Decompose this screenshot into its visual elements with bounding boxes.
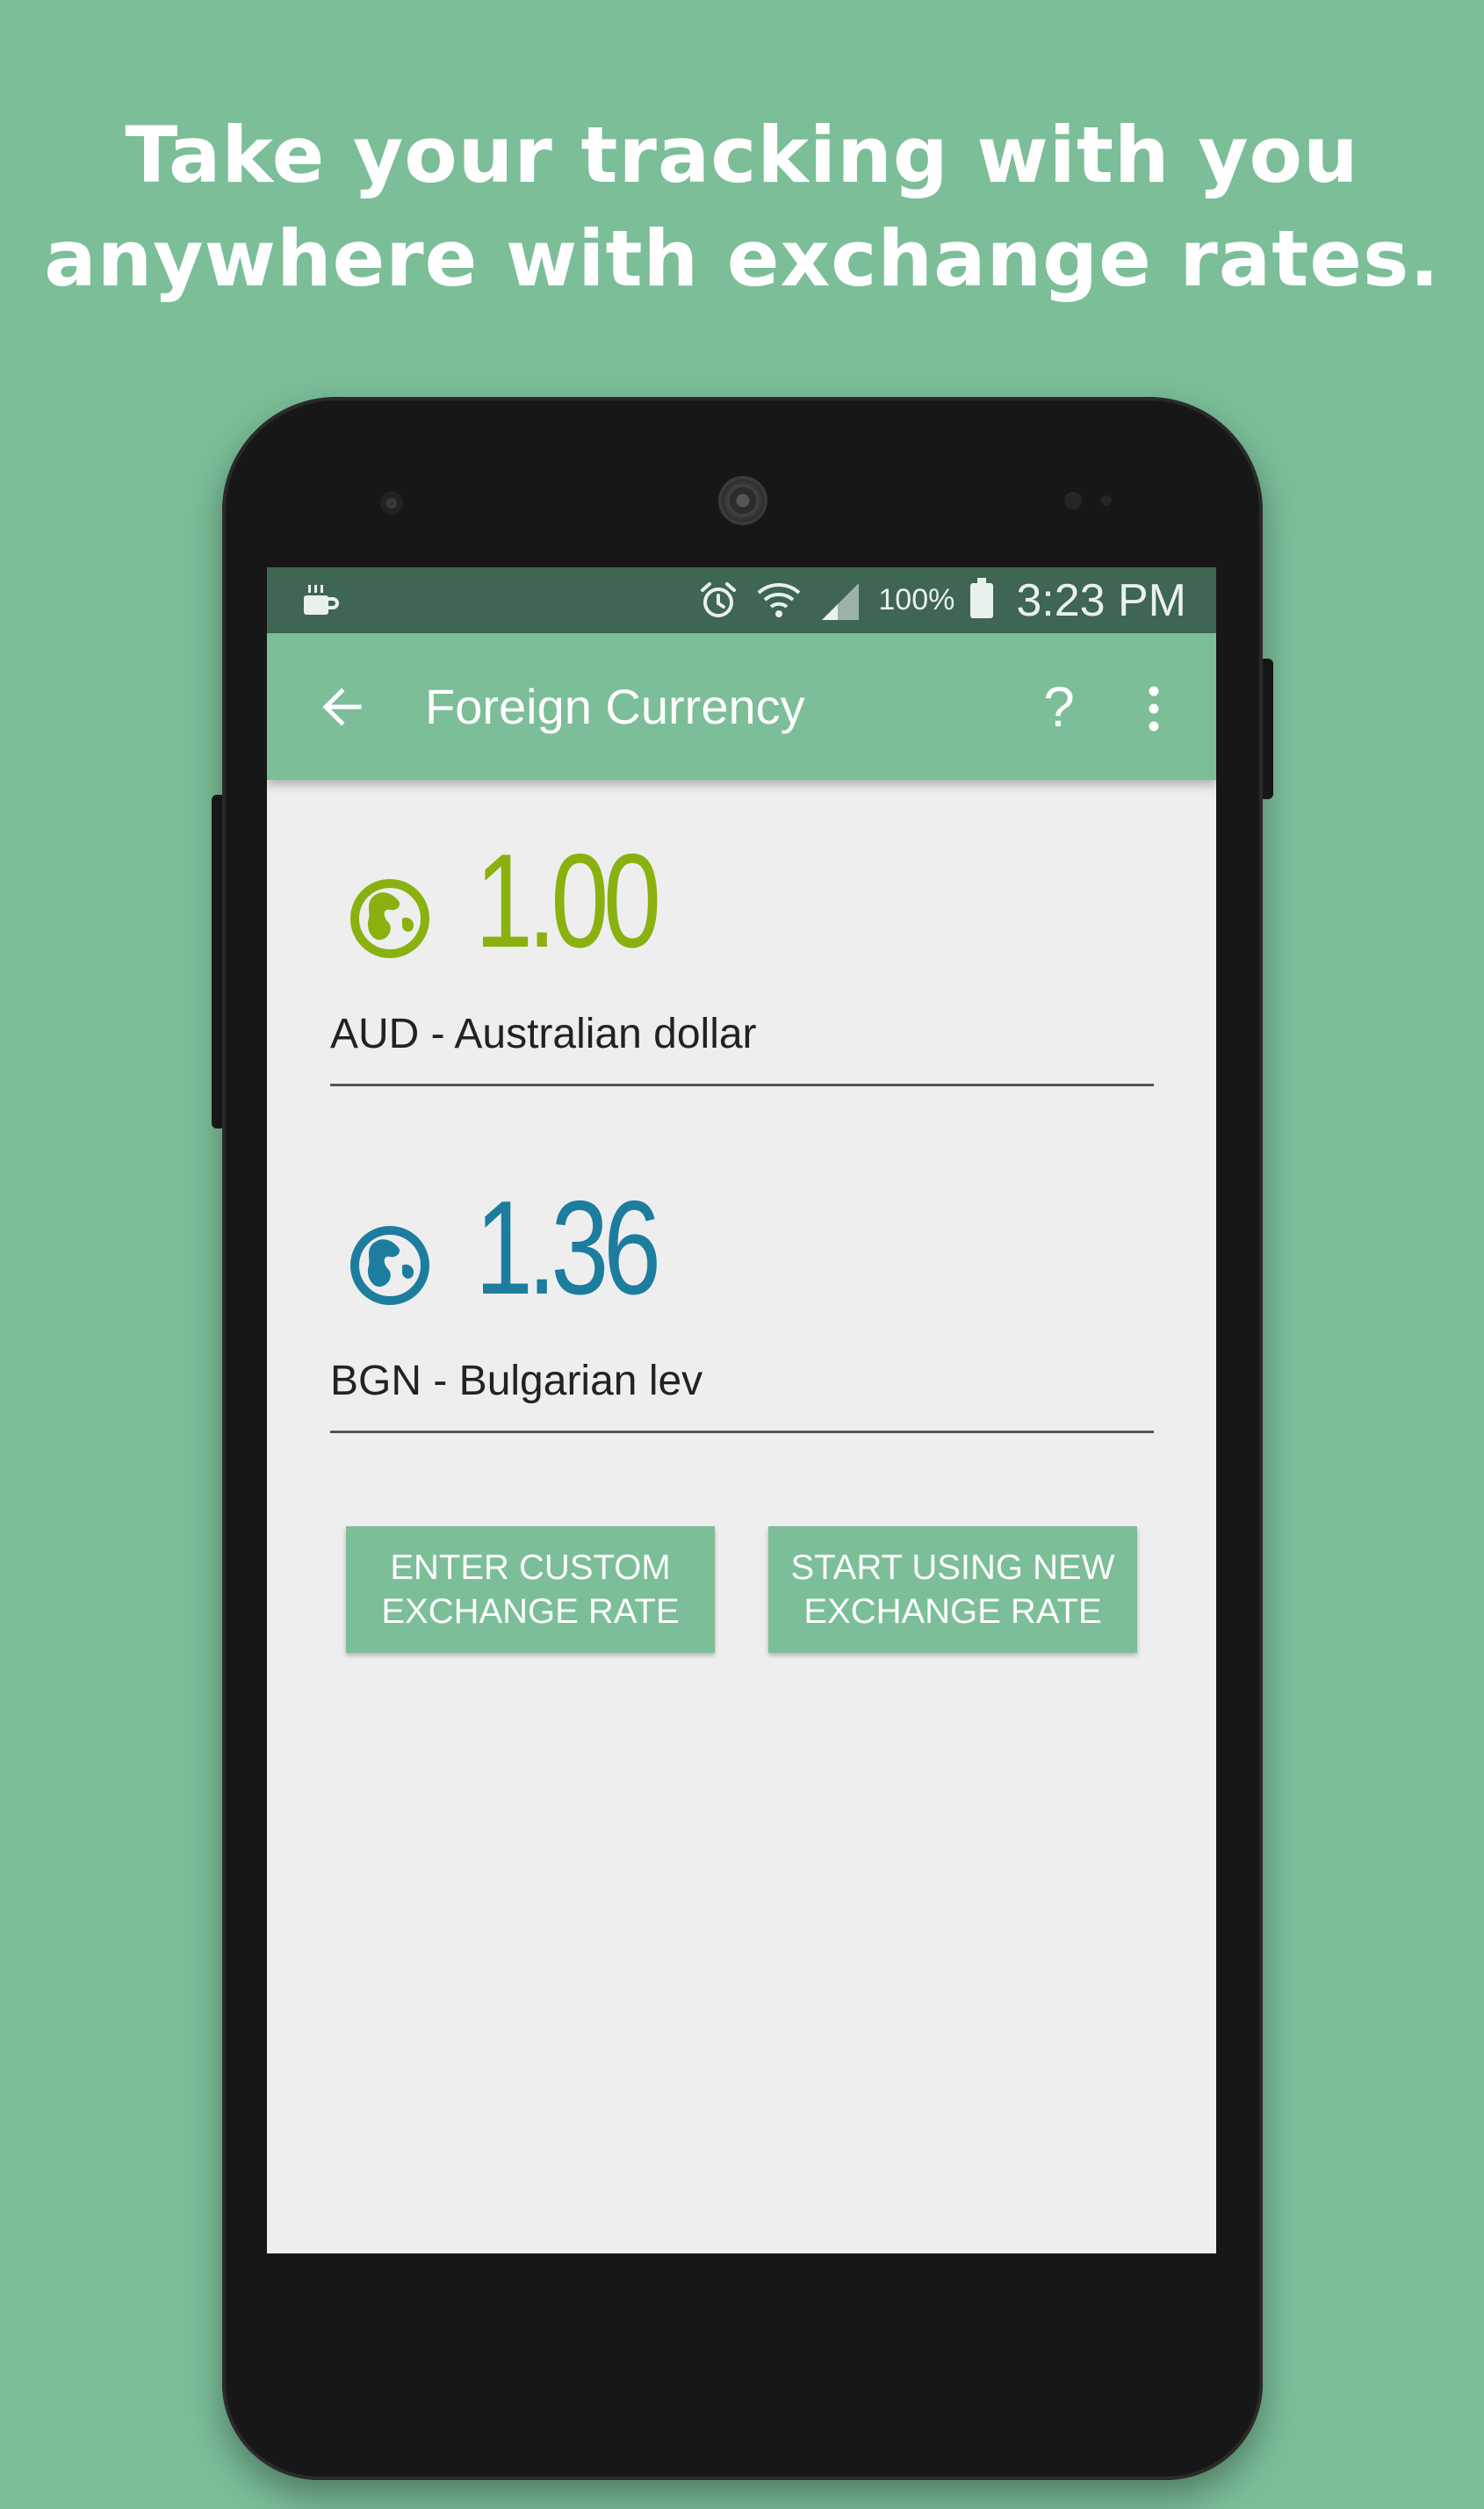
alarm-icon (701, 581, 737, 617)
currency-underline-to (330, 1431, 1154, 1433)
coffee-notification-icon (304, 585, 339, 615)
currency-name-from: AUD - Australian dollar (330, 1011, 757, 1057)
currency-amount-to: 1.36 (475, 1173, 661, 1323)
help-icon[interactable]: ? (1033, 672, 1085, 742)
light-sensor (1101, 495, 1112, 506)
currency-row-from[interactable]: 1.00 AUD - Australian dollar (330, 831, 1154, 1094)
earpiece-speaker (718, 476, 767, 525)
clock: 3:23 PM (1016, 574, 1186, 626)
promo-headline: Take your tracking with you anywhere wit… (0, 104, 1484, 311)
promo-line-1: Take your tracking with you (125, 110, 1359, 200)
front-camera (380, 492, 403, 515)
currency-row-to[interactable]: 1.36 BGN - Bulgarian lev (330, 1178, 1154, 1441)
status-bar: 100% 3:23 PM (267, 567, 1216, 633)
app-screen: 100% 3:23 PM Foreign Currency ? 1.00 AUD… (267, 567, 1216, 2253)
currency-underline-from (330, 1084, 1154, 1086)
promo-line-2: anywhere with exchange rates. (44, 213, 1440, 304)
globe-icon (350, 1226, 429, 1305)
proximity-sensor (1064, 492, 1082, 509)
signal-icon (822, 582, 860, 620)
enter-custom-rate-button[interactable]: ENTER CUSTOM EXCHANGE RATE (346, 1526, 715, 1653)
battery-icon (970, 577, 994, 618)
currency-name-to: BGN - Bulgarian lev (330, 1358, 703, 1404)
page-title: Foreign Currency (425, 679, 805, 734)
globe-icon (350, 879, 429, 958)
start-new-rate-button[interactable]: START USING NEW EXCHANGE RATE (768, 1526, 1137, 1653)
back-arrow-icon[interactable] (315, 679, 371, 735)
app-bar: Foreign Currency ? (267, 633, 1216, 780)
currency-amount-from: 1.00 (475, 826, 661, 976)
status-icons: 100% 3:23 PM (697, 567, 1186, 633)
wifi-icon (758, 582, 801, 617)
more-vert-icon[interactable] (1136, 681, 1171, 737)
battery-percent: 100% (878, 583, 955, 616)
